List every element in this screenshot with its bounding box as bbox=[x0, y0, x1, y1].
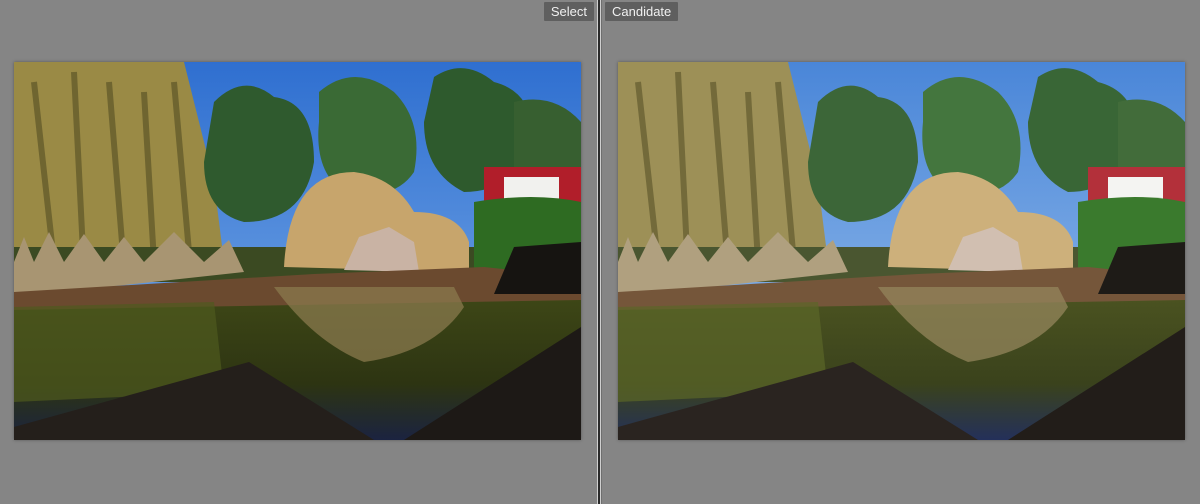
candidate-label: Candidate bbox=[605, 2, 679, 21]
candidate-pane[interactable]: Candidate bbox=[601, 0, 1200, 504]
select-photo-image bbox=[14, 62, 581, 440]
select-photo[interactable] bbox=[14, 62, 581, 440]
select-label: Select bbox=[543, 2, 594, 21]
compare-view: Select Candidate bbox=[0, 0, 1200, 504]
candidate-photo[interactable] bbox=[618, 62, 1185, 440]
candidate-photo-image bbox=[618, 62, 1185, 440]
select-pane[interactable]: Select bbox=[0, 0, 598, 504]
